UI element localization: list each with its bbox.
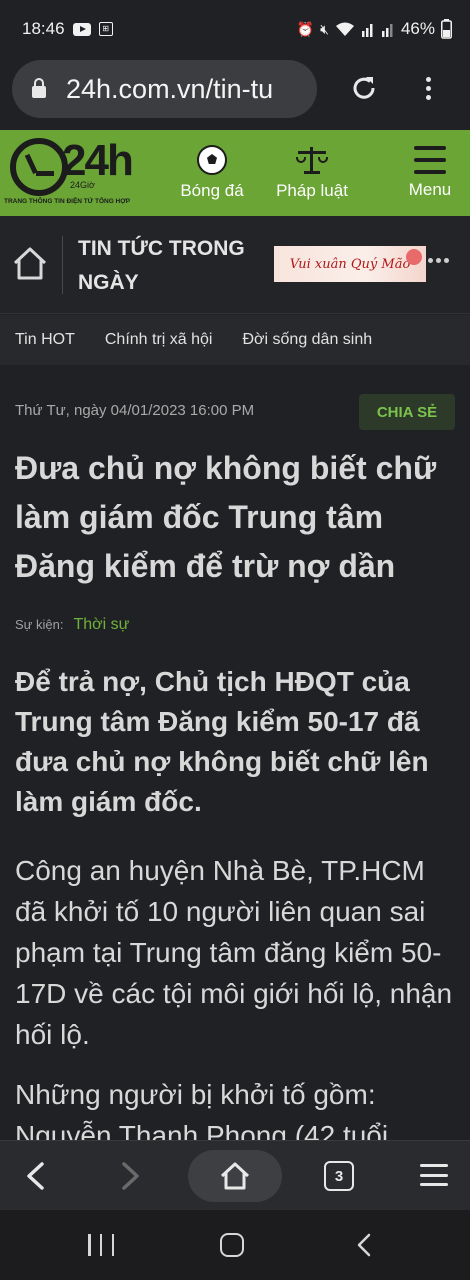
home-icon — [220, 1162, 250, 1190]
site-logo[interactable]: 24h 24Giờ TRANG THÔNG TIN ĐIỆN TỬ TỔNG H… — [0, 130, 160, 216]
home-button[interactable] — [188, 1150, 282, 1202]
logo-text: 24h — [62, 136, 134, 185]
back-icon[interactable] — [22, 1161, 50, 1191]
clock-icon — [10, 138, 68, 196]
signal-icon — [361, 24, 373, 37]
category-tin-hot[interactable]: Tin HOT — [15, 331, 75, 349]
alarm-icon: ⏰ — [296, 20, 315, 37]
event-label: Sự kiện: — [15, 617, 64, 632]
signal-icon — [381, 24, 393, 37]
system-nav-bar — [0, 1210, 470, 1280]
event-row: Sự kiện: Thời sự — [15, 616, 129, 634]
flower-icon — [406, 249, 422, 265]
lock-icon[interactable] — [32, 78, 46, 98]
home-icon[interactable] — [10, 244, 50, 284]
article-date: Thứ Tư, ngày 04/01/2023 16:00 PM — [15, 402, 255, 419]
nav-menu[interactable]: Menu — [398, 130, 462, 216]
article-paragraph: Công an huyện Nhà Bè, TP.HCM đã khởi tố … — [15, 855, 453, 1050]
scales-icon — [296, 145, 328, 175]
banner-text: Vui xuân Quý Mão — [289, 256, 411, 272]
wifi-icon — [335, 22, 354, 36]
event-link[interactable]: Thời sự — [73, 616, 129, 634]
logo-tagline: TRANG THÔNG TIN ĐIỆN TỬ TỔNG HỢP — [4, 198, 131, 205]
promo-banner[interactable]: Vui xuân Quý Mão — [274, 246, 426, 282]
tab-switcher-button[interactable]: 3 — [324, 1161, 354, 1191]
system-back-icon[interactable] — [352, 1232, 378, 1258]
category-bar: Tin HOT Chính trị xã hội Đời sống dân si… — [0, 315, 470, 365]
battery-icon — [441, 19, 452, 39]
forward-icon[interactable] — [116, 1161, 144, 1191]
status-time: 18:46 — [22, 19, 65, 38]
menu-icon[interactable] — [420, 1164, 448, 1186]
address-bar[interactable]: 24h.com.vn/tin-tu — [12, 60, 317, 118]
hamburger-icon — [414, 146, 446, 174]
nav-label: Menu — [408, 180, 452, 199]
reload-icon[interactable] — [348, 72, 380, 104]
divider — [62, 236, 63, 294]
status-bar: 18:46 ⊞ ⏰ 🔇︎ 46% — [0, 0, 470, 58]
section-bar: TIN TỨC TRONG NGÀY Vui xuân Quý Mão — [0, 216, 470, 314]
nav-phap-luat[interactable]: Pháp luật — [268, 130, 356, 216]
nav-label: Pháp luật — [276, 181, 348, 200]
logo-sub: 24Giờ — [70, 180, 95, 190]
site-header: 24h 24Giờ TRANG THÔNG TIN ĐIỆN TỬ TỔNG H… — [0, 130, 470, 216]
sim-icon: ⊞ — [98, 22, 113, 36]
system-home-icon[interactable] — [220, 1233, 244, 1257]
battery-percent: 46% — [400, 19, 435, 38]
more-horiz-icon[interactable] — [428, 258, 449, 263]
section-title[interactable]: TIN TỨC TRONG NGÀY — [78, 232, 268, 300]
browser-bottom-toolbar: 3 — [0, 1140, 470, 1210]
soccer-ball-icon — [197, 145, 227, 175]
more-vert-icon[interactable] — [420, 72, 436, 104]
recent-apps-icon[interactable] — [88, 1234, 114, 1256]
youtube-icon — [72, 22, 91, 36]
category-chinh-tri[interactable]: Chính trị xã hội — [105, 331, 213, 349]
article-headline: Đưa chủ nợ không biết chữ làm giám đốc T… — [15, 450, 437, 584]
nav-label: Bóng đá — [180, 181, 244, 200]
share-button[interactable]: CHIA SẺ — [359, 394, 455, 430]
browser-toolbar: 24h.com.vn/tin-tu — [0, 58, 470, 128]
article: Thứ Tư, ngày 04/01/2023 16:00 PM CHIA SẺ… — [0, 366, 470, 1140]
article-paragraph: Những người bị khởi tố gồm: Nguyễn Thanh… — [15, 1079, 389, 1140]
url-text[interactable]: 24h.com.vn/tin-tu — [66, 74, 273, 105]
mute-icon: 🔇︎ — [320, 20, 329, 37]
nav-bong-da[interactable]: Bóng đá — [170, 130, 254, 216]
article-meta: Thứ Tư, ngày 04/01/2023 16:00 PM CHIA SẺ — [15, 394, 455, 430]
category-doi-song[interactable]: Đời sống dân sinh — [242, 331, 372, 349]
article-lead: Để trả nợ, Chủ tịch HĐQT của Trung tâm Đ… — [15, 666, 429, 817]
